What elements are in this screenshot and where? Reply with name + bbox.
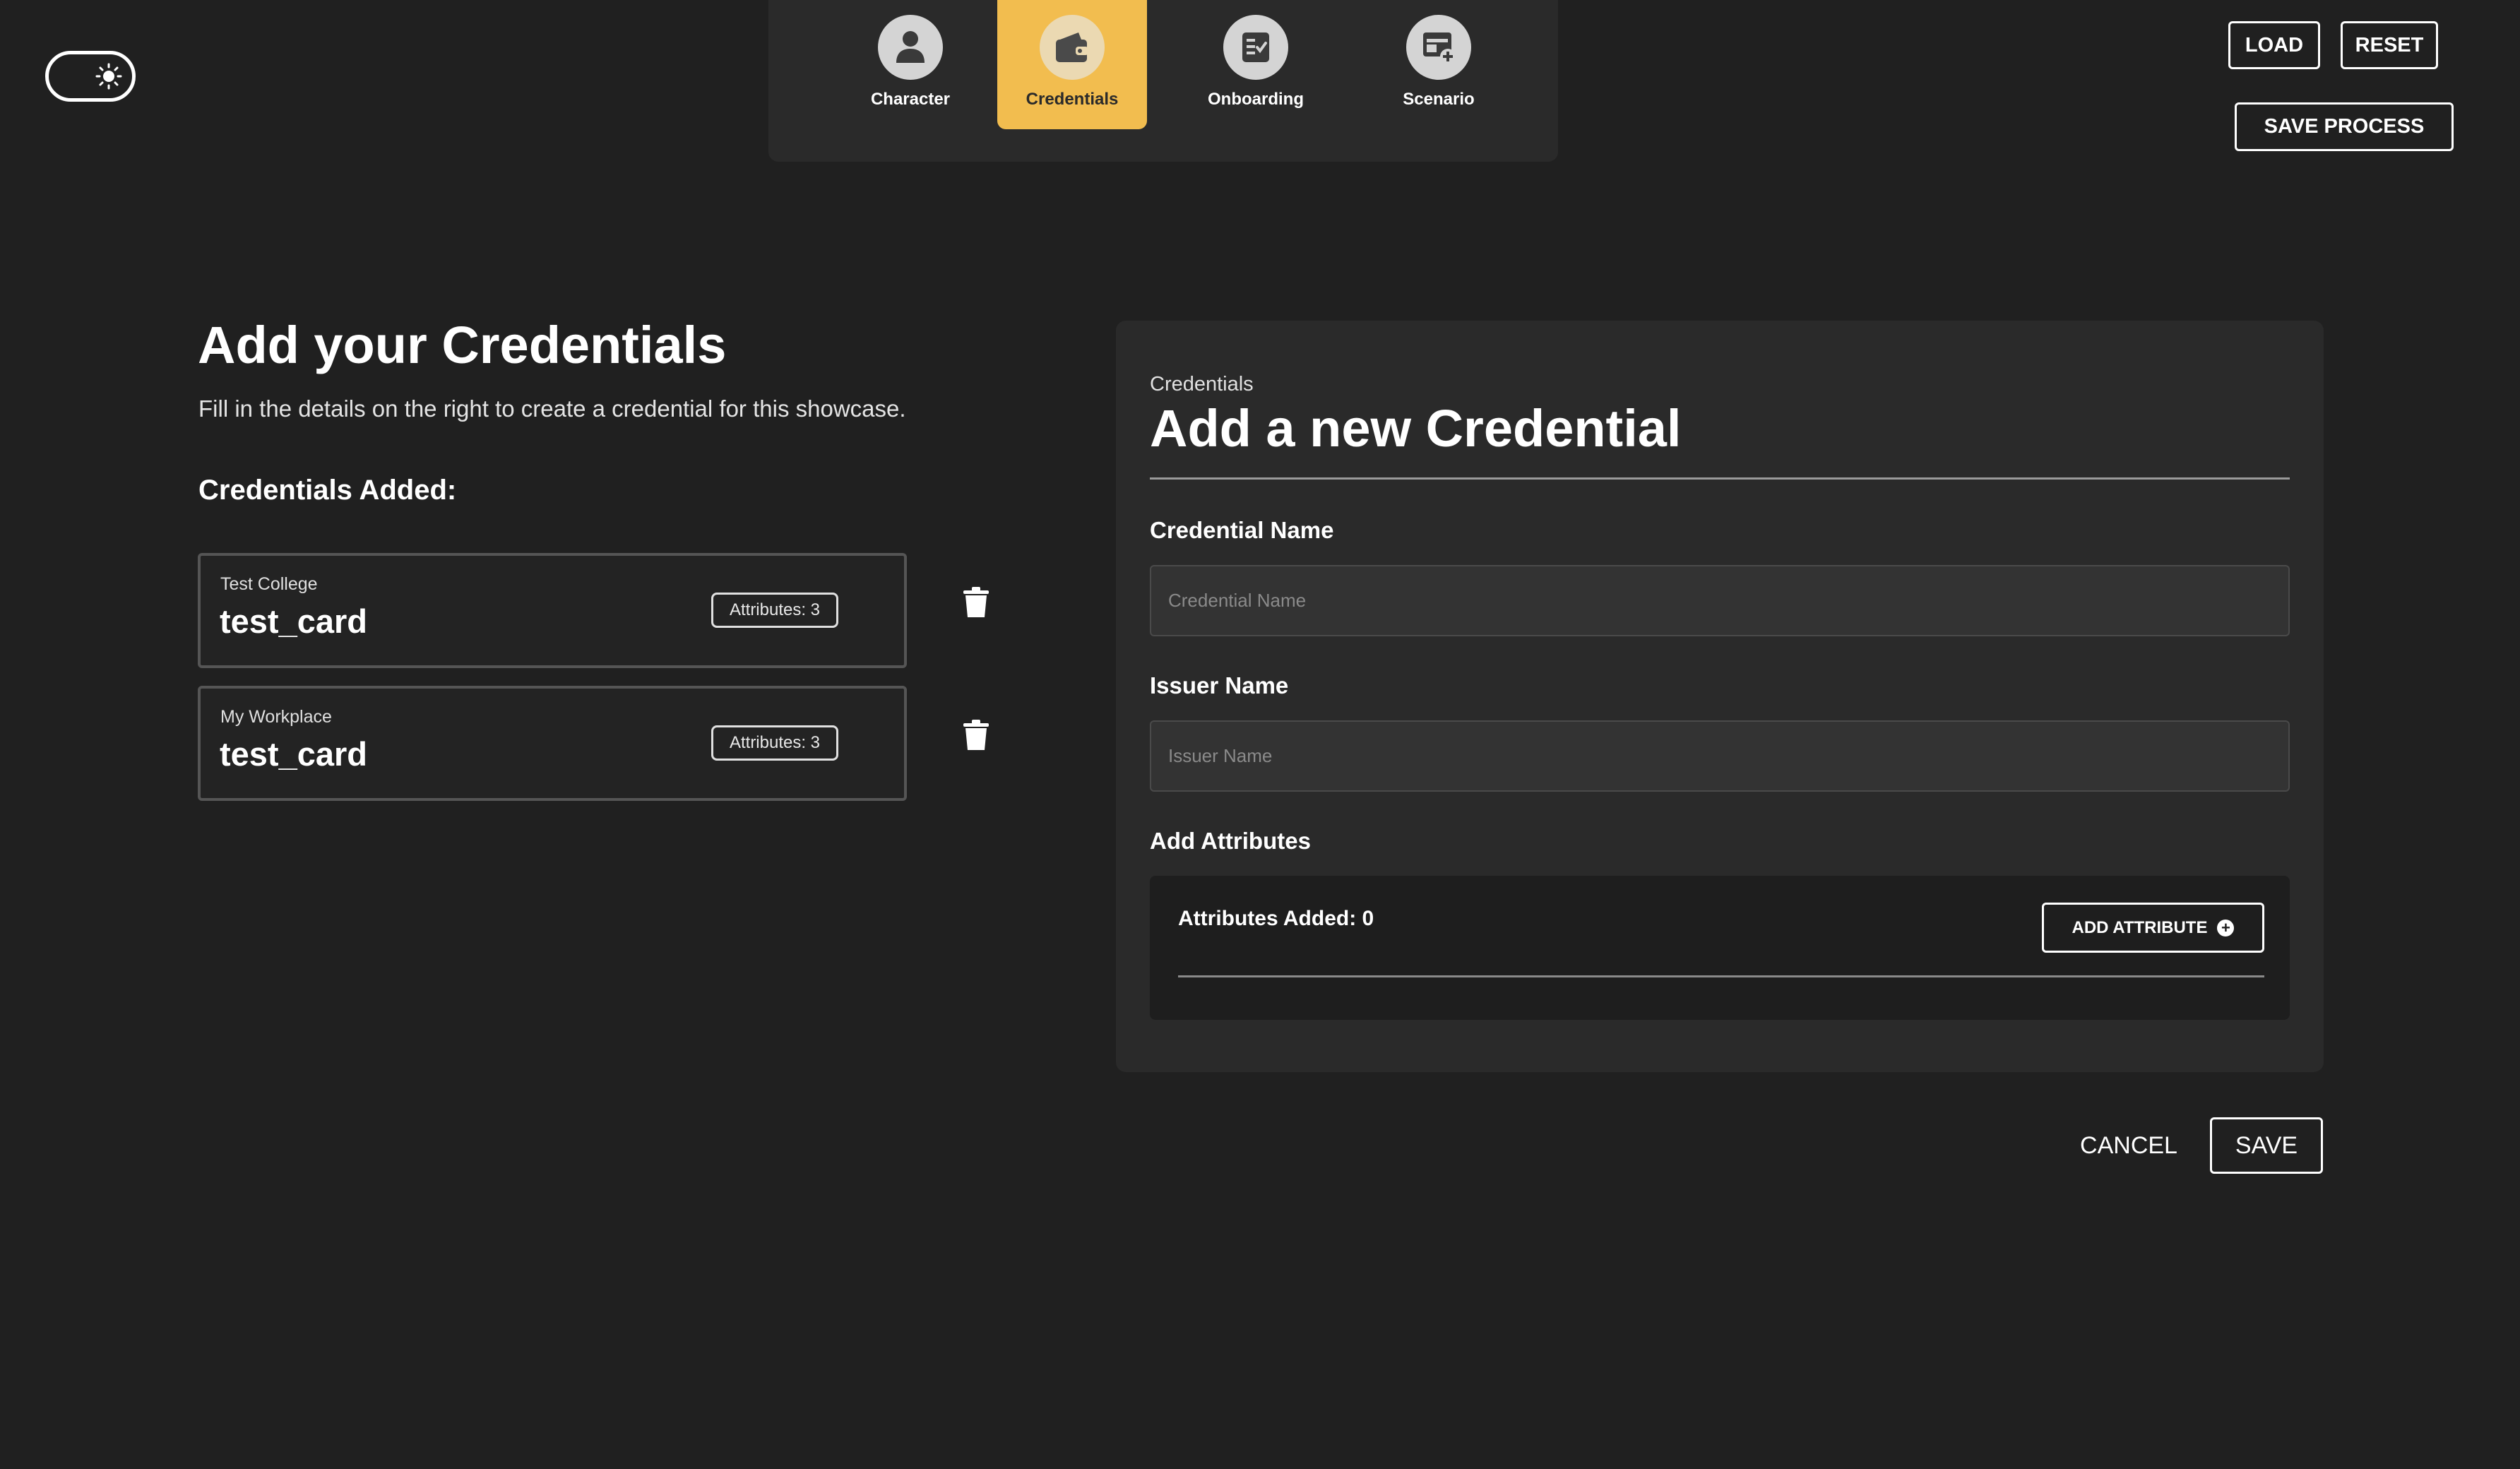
plus-circle-icon: + <box>2217 919 2235 936</box>
attributes-badge: Attributes: 3 <box>711 593 838 628</box>
page-description: Fill in the details on the right to crea… <box>198 396 906 422</box>
panel-title: Add a new Credential <box>1150 399 1682 458</box>
issuer-name-label: Issuer Name <box>1150 672 1289 698</box>
credential-name-input[interactable] <box>1150 565 2290 636</box>
reset-button[interactable]: RESET <box>2341 21 2438 69</box>
credential-name-label: Credential Name <box>1150 517 1334 543</box>
nav-label: Scenario <box>1403 90 1475 109</box>
wallet-icon <box>1040 15 1105 80</box>
add-attributes-label: Add Attributes <box>1150 828 1311 854</box>
attributes-box: Attributes Added: 0 ADD ATTRIBUTE + <box>1150 876 2290 1020</box>
nav-item-credentials[interactable]: Credentials <box>997 0 1147 129</box>
add-attribute-label: ADD ATTRIBUTE <box>2072 917 2208 937</box>
issuer-name-input[interactable] <box>1150 720 2290 792</box>
checklist-icon <box>1223 15 1288 80</box>
divider <box>1150 477 2290 480</box>
nav-item-character[interactable]: Character <box>836 0 985 129</box>
person-icon <box>878 15 943 80</box>
attributes-count: Attributes Added: 0 <box>1178 907 1374 930</box>
trash-icon[interactable] <box>962 719 990 751</box>
save-button[interactable]: SAVE <box>2210 1117 2323 1174</box>
sun-icon <box>95 63 122 90</box>
credential-issuer: My Workplace <box>220 707 332 727</box>
page-title: Add your Credentials <box>198 316 727 374</box>
window-plus-icon <box>1406 15 1471 80</box>
save-process-button[interactable]: SAVE PROCESS <box>2235 102 2454 151</box>
add-attribute-button[interactable]: ADD ATTRIBUTE + <box>2042 903 2264 953</box>
divider <box>1178 975 2264 977</box>
credential-issuer: Test College <box>220 574 318 594</box>
credentials-added-heading: Credentials Added: <box>198 475 457 506</box>
attributes-badge: Attributes: 3 <box>711 725 838 761</box>
cancel-button[interactable]: CANCEL <box>2068 1119 2189 1172</box>
credential-name: test_card <box>220 602 367 640</box>
nav-label: Character <box>870 90 951 109</box>
credential-form-panel: Credentials Add a new Credential Credent… <box>1116 321 2324 1072</box>
credential-name: test_card <box>220 735 367 773</box>
trash-icon[interactable] <box>962 586 990 619</box>
step-navigation: Character Credentials Onboarding Scenari… <box>768 0 1558 162</box>
load-button[interactable]: LOAD <box>2228 21 2320 69</box>
theme-toggle[interactable] <box>45 51 136 102</box>
nav-item-scenario[interactable]: Scenario <box>1364 0 1514 129</box>
nav-label: Credentials <box>1026 90 1119 109</box>
nav-label: Onboarding <box>1208 90 1304 109</box>
credential-card[interactable]: My Workplace test_card Attributes: 3 <box>198 686 907 801</box>
panel-eyebrow: Credentials <box>1150 373 1254 396</box>
nav-item-onboarding[interactable]: Onboarding <box>1181 0 1331 129</box>
credential-card[interactable]: Test College test_card Attributes: 3 <box>198 553 907 668</box>
